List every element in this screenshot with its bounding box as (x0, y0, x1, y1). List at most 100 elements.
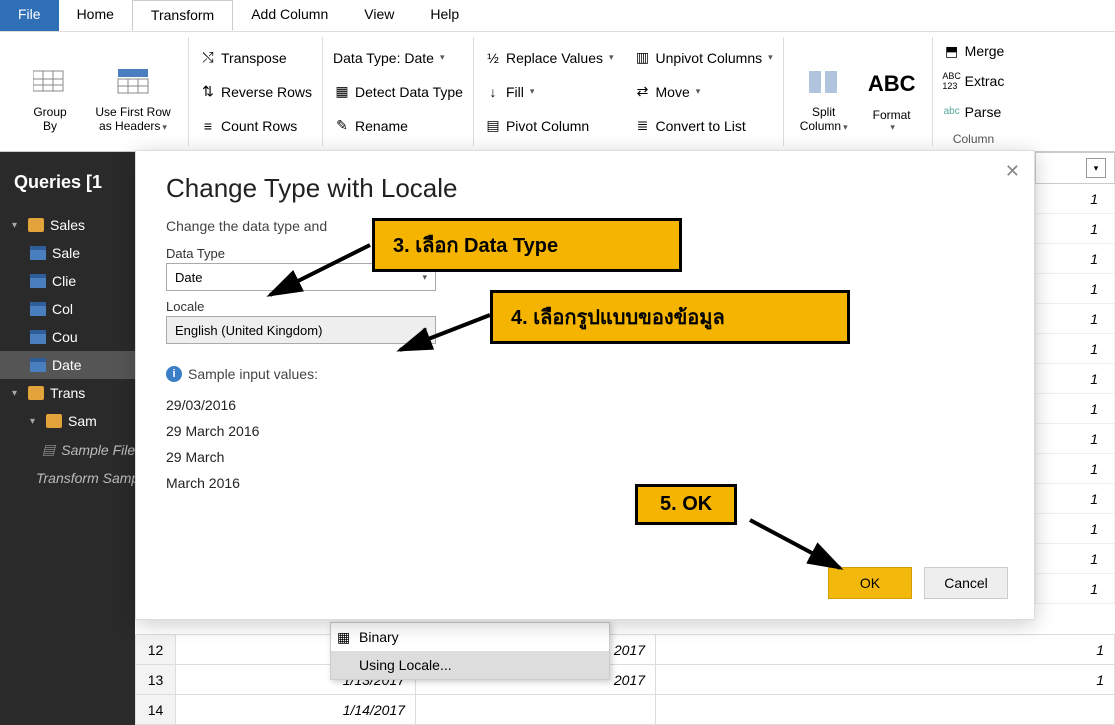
tab-file[interactable]: File (0, 0, 59, 31)
merge-icon: ⬒ (943, 42, 961, 60)
transpose-label: Transpose (221, 50, 287, 66)
pivot-button[interactable]: ▤Pivot Column (484, 111, 614, 141)
usefirstrow-button[interactable]: Use First Rowas Headers▾ (88, 37, 178, 137)
annotation-5: 5. OK (635, 484, 737, 525)
menu-item-binary[interactable]: ▦Binary (331, 623, 609, 651)
unpivot-button[interactable]: ▥Unpivot Columns▾ (634, 43, 773, 73)
extract-label: Extrac (965, 73, 1005, 89)
grid-cell[interactable]: 1 (656, 635, 1115, 665)
format-button[interactable]: ABC Format ▾ (862, 37, 922, 137)
chevron-down-icon: ▾ (696, 86, 701, 97)
replace-button[interactable]: ½Replace Values▾ (484, 43, 614, 73)
grid-cell[interactable]: 1 (1035, 574, 1115, 604)
sidebar-item[interactable]: Clie (0, 267, 135, 295)
fill-button[interactable]: ↓Fill▾ (484, 77, 614, 107)
sidebar-item[interactable]: Col (0, 295, 135, 323)
datatype-context-menu: ▦Binary Using Locale... (330, 622, 610, 680)
fill-label: Fill (506, 84, 524, 100)
close-button[interactable]: ✕ (1005, 161, 1020, 182)
grid-cell[interactable]: 1 (1035, 424, 1115, 454)
move-button[interactable]: ⇄Move▾ (634, 77, 773, 107)
grid-cell[interactable]: 1 (1035, 484, 1115, 514)
grid-cell[interactable]: 1 (1035, 244, 1115, 274)
grid-cell[interactable]: 1/14/2017 (176, 695, 416, 725)
grid-cell[interactable]: 1 (1035, 334, 1115, 364)
transpose-button[interactable]: ⤭Transpose (199, 43, 312, 73)
convert-icon: ≣ (634, 117, 652, 135)
grid-cell[interactable]: 1 (1035, 514, 1115, 544)
tab-transform[interactable]: Transform (132, 0, 233, 31)
count-button[interactable]: ≡Count Rows (199, 111, 312, 141)
grid-cell[interactable]: 1 (1035, 304, 1115, 334)
grid-cell[interactable]: 1 (1035, 214, 1115, 244)
sidebar-item[interactable]: Cou (0, 323, 135, 351)
tab-view[interactable]: View (346, 0, 412, 31)
grid-cell[interactable]: 1 (1035, 394, 1115, 424)
row-number[interactable]: 13 (136, 665, 176, 695)
sidebar-item[interactable]: ▤Sample File (0, 435, 135, 464)
convert-button[interactable]: ≣Convert to List (634, 111, 773, 141)
format-label: Format (873, 108, 911, 122)
chevron-down-icon: ▾ (768, 52, 773, 63)
file-icon: ▤ (42, 441, 55, 458)
extract-icon: ABC123 (943, 72, 961, 90)
column-header[interactable]: ▾ (1035, 152, 1115, 184)
split-button[interactable]: SplitColumn▾ (794, 37, 854, 137)
chevron-down-icon: ▾ (890, 122, 895, 133)
table-icon (30, 274, 46, 288)
sidebar-item[interactable]: Transform Sample... (0, 464, 135, 492)
sidebar-item[interactable]: Sale (0, 239, 135, 267)
reverse-icon: ⇅ (199, 83, 217, 101)
grid-cell[interactable] (656, 695, 1115, 725)
grid-cell[interactable]: 1 (1035, 544, 1115, 574)
merge-label: Merge (965, 43, 1005, 59)
queries-title: Queries [1 (0, 162, 135, 211)
tab-help[interactable]: Help (412, 0, 477, 31)
sample-values: 29/03/201629 March 201629 MarchMarch 201… (166, 392, 1004, 496)
sidebar-item[interactable]: ▾Trans (0, 379, 135, 407)
dialog-title: Change Type with Locale (166, 173, 1004, 204)
folder-icon (46, 414, 62, 428)
parse-button[interactable]: abcParse (943, 98, 1005, 126)
ribbon-content: GroupBy Use First Rowas Headers▾ ⤭Transp… (0, 32, 1115, 152)
cancel-button[interactable]: Cancel (924, 567, 1008, 599)
datatype-button[interactable]: Data Type: Date▾ (333, 43, 463, 73)
sidebar-item[interactable]: Date (0, 351, 135, 379)
grid-cell[interactable]: 1 (1035, 184, 1115, 214)
column-dropdown-icon[interactable]: ▾ (1086, 158, 1106, 178)
tab-addcolumn[interactable]: Add Column (233, 0, 346, 31)
sidebar-item[interactable]: ▾Sam (0, 407, 135, 435)
grid-cell[interactable]: 1 (1035, 274, 1115, 304)
table-icon (30, 358, 46, 372)
usefirstrow-label: Use First Rowas Headers▾ (95, 105, 170, 133)
parse-label: Parse (965, 104, 1002, 120)
detect-button[interactable]: ▦Detect Data Type (333, 77, 463, 107)
rename-button[interactable]: ✎Rename (333, 111, 463, 141)
usefirstrow-icon (115, 63, 151, 99)
grid-cell[interactable]: 1 (656, 665, 1115, 695)
grid-cell[interactable]: 1 (1035, 364, 1115, 394)
grid-cell[interactable]: 1 (1035, 454, 1115, 484)
merge-button[interactable]: ⬒Merge (943, 37, 1005, 65)
sidebar-item[interactable]: ▾Sales (0, 211, 135, 239)
move-icon: ⇄ (634, 83, 652, 101)
sample-header-label: Sample input values: (188, 366, 318, 382)
convert-label: Convert to List (656, 118, 746, 134)
replace-icon: ½ (484, 49, 502, 67)
row-number[interactable]: 14 (136, 695, 176, 725)
grid-bottom-rows: 1220171131/13/201720171141/14/2017 (135, 634, 1115, 725)
ribbon-tabs: File Home Transform Add Column View Help (0, 0, 1115, 32)
grid-cell[interactable] (416, 695, 656, 725)
menu-item-usinglocale[interactable]: Using Locale... (331, 651, 609, 679)
extract-button[interactable]: ABC123Extrac (943, 67, 1005, 95)
text-column-group-label: Column (943, 132, 1005, 146)
reverse-button[interactable]: ⇅Reverse Rows (199, 77, 312, 107)
unpivot-label: Unpivot Columns (656, 50, 763, 66)
reverse-label: Reverse Rows (221, 84, 312, 100)
groupby-button[interactable]: GroupBy (20, 37, 80, 137)
tab-home[interactable]: Home (59, 0, 132, 31)
sample-value: March 2016 (166, 470, 1004, 496)
format-icon: ABC (874, 66, 910, 102)
chevron-down-icon: ▾ (530, 86, 535, 97)
row-number[interactable]: 12 (136, 635, 176, 665)
